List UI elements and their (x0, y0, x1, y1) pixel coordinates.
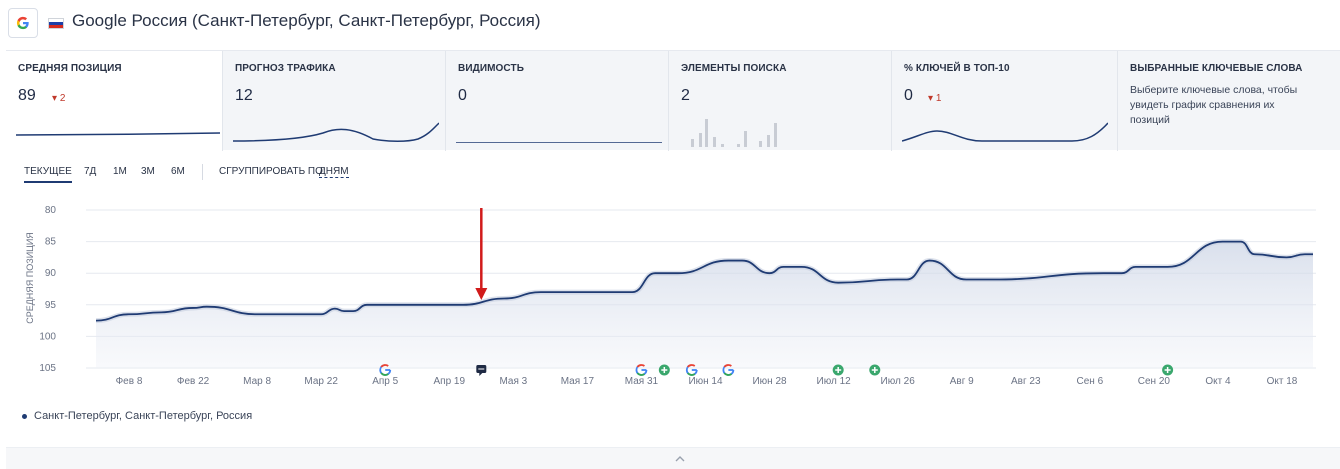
note-tail (479, 373, 483, 376)
x-axis-ticks: Фев 8 Фев 22 Мар 8 Мар 22 Апр 5 Апр 19 Мая 3 Ма… (116, 376, 1298, 387)
metric-value: 12 (235, 87, 253, 104)
x-tick-label: Фев 22 (177, 376, 210, 387)
x-tick-label: Сен 20 (1138, 376, 1171, 387)
period-1m-tab[interactable]: 1М (113, 166, 127, 177)
metric-label: ЭЛЕМЕНТЫ ПОИСКА (681, 63, 787, 74)
y-tick-label: 95 (45, 300, 57, 311)
google-arc-green (380, 372, 389, 376)
x-tick-label: Июн 14 (688, 376, 723, 387)
sparkline-top10 (902, 122, 1108, 142)
google-arc-green (723, 372, 732, 376)
x-tick-label: Сен 6 (1077, 376, 1104, 387)
x-tick-label: Мая 31 (625, 376, 659, 387)
plus-event-icon (869, 364, 881, 376)
header: Google Россия (Санкт-Петербург, Санкт-Пе… (0, 0, 1340, 48)
legend-label: Санкт-Петербург, Санкт-Петербург, Россия (34, 410, 253, 422)
metric-card-visibility[interactable]: ВИДИМОСТЬ 0 (446, 51, 669, 151)
annotation-arrow (475, 208, 488, 300)
arrow-down-icon: ▾ (52, 93, 58, 104)
chevron-up-icon[interactable] (673, 452, 687, 466)
metrics-panel: СРЕДНЯЯ ПОЗИЦИЯ 89 ▾ 2 ПРОГНОЗ ТРАФИКА 1… (6, 50, 1340, 151)
metric-label: СРЕДНЯЯ ПОЗИЦИЯ (18, 63, 122, 74)
metric-label: % КЛЮЧЕЙ В ТОП-10 (904, 63, 1010, 74)
metric-value: 89 (18, 87, 36, 104)
group-by-select[interactable]: ДНЯМ (319, 166, 349, 178)
metric-value: 2 (681, 87, 690, 104)
period-6m-tab[interactable]: 6М (171, 166, 185, 177)
chart-legend[interactable]: Санкт-Петербург, Санкт-Петербург, Россия (22, 410, 252, 422)
metric-card-search-elements[interactable]: ЭЛЕМЕНТЫ ПОИСКА 2 (669, 51, 892, 151)
x-tick-label: Июн 28 (752, 376, 787, 387)
y-axis-label: СРЕДНЯЯ ПОЗИЦИЯ (25, 232, 35, 324)
sparkline-avg-position (16, 132, 220, 136)
metric-card-avg-position[interactable]: СРЕДНЯЯ ПОЗИЦИЯ 89 ▾ 2 (6, 51, 223, 151)
metric-delta: ▾ 2 (52, 93, 65, 104)
x-tick-label: Мая 17 (561, 376, 595, 387)
x-tick-label: Апр 5 (372, 376, 398, 387)
metric-value: 0 (904, 87, 913, 104)
x-tick-label: Мая 3 (499, 376, 527, 387)
metric-label: ВЫБРАННЫЕ КЛЮЧЕВЫЕ СЛОВА (1130, 63, 1303, 74)
plus-event-icon (658, 364, 670, 376)
metric-value: 0 (458, 87, 467, 104)
x-tick-label: Июл 26 (881, 376, 916, 387)
google-arc-green (687, 372, 696, 376)
google-arc-green (636, 372, 645, 376)
russia-flag-icon (48, 18, 64, 29)
arrow-head (475, 288, 488, 300)
plus-event-icon (1162, 364, 1174, 376)
y-tick-label: 80 (45, 205, 57, 216)
google-logo-button[interactable] (8, 8, 38, 38)
x-tick-label: Апр 19 (433, 376, 465, 387)
sparkline-visibility (456, 142, 662, 143)
google-g-icon (16, 16, 29, 30)
divider (202, 164, 203, 180)
position-chart: СРЕДНЯЯ ПОЗИЦИЯ 80859095100105 Фев 8 Фев … (25, 205, 1316, 387)
legend-dot-icon (22, 413, 27, 419)
x-tick-label: Мар 22 (304, 376, 338, 387)
arrow-down-icon: ▾ (928, 93, 934, 104)
y-tick-label: 100 (39, 331, 56, 342)
note-icon (476, 365, 487, 376)
period-3m-tab[interactable]: 3М (141, 166, 155, 177)
x-tick-label: Июл 12 (817, 376, 852, 387)
metric-description: Выберите ключевые слова, чтобы увидеть г… (1130, 84, 1298, 126)
x-tick-label: Фев 8 (116, 376, 143, 387)
search-engine-title[interactable]: Google Россия (Санкт-Петербург, Санкт-Пе… (72, 11, 540, 31)
x-tick-label: Окт 18 (1267, 376, 1298, 387)
x-tick-label: Окт 4 (1205, 376, 1231, 387)
x-tick-label: Авг 23 (1011, 376, 1041, 387)
metric-label: ВИДИМОСТЬ (458, 63, 524, 74)
metric-card-top10[interactable]: % КЛЮЧЕЙ В ТОП-10 0 ▾ 1 (892, 51, 1118, 151)
group-by-label: СГРУППИРОВАТЬ ПО: (219, 166, 326, 177)
metric-card-traffic[interactable]: ПРОГНОЗ ТРАФИКА 12 (223, 51, 446, 151)
period-7d-tab[interactable]: 7Д (84, 166, 96, 177)
period-current-tab[interactable]: ТЕКУЩЕЕ (24, 166, 72, 183)
y-tick-label: 90 (45, 268, 57, 279)
metric-delta-value: 1 (935, 93, 942, 104)
metric-card-selected-keywords[interactable]: ВЫБРАННЫЕ КЛЮЧЕВЫЕ СЛОВА Выберите ключев… (1118, 51, 1340, 151)
sparkline-search-elements (691, 119, 777, 147)
metric-delta-value: 2 (59, 93, 66, 104)
y-tick-label: 85 (45, 237, 57, 248)
metric-delta: ▾ 1 (928, 93, 941, 104)
y-tick-label: 105 (39, 363, 56, 374)
red-arrow-down-icon (475, 208, 488, 300)
plus-event-icon (832, 364, 844, 376)
metric-label: ПРОГНОЗ ТРАФИКА (235, 63, 336, 74)
bottom-bar (6, 447, 1340, 469)
x-tick-label: Мар 8 (243, 376, 271, 387)
x-tick-label: Авг 9 (950, 376, 974, 387)
sparkline-traffic (233, 122, 439, 142)
